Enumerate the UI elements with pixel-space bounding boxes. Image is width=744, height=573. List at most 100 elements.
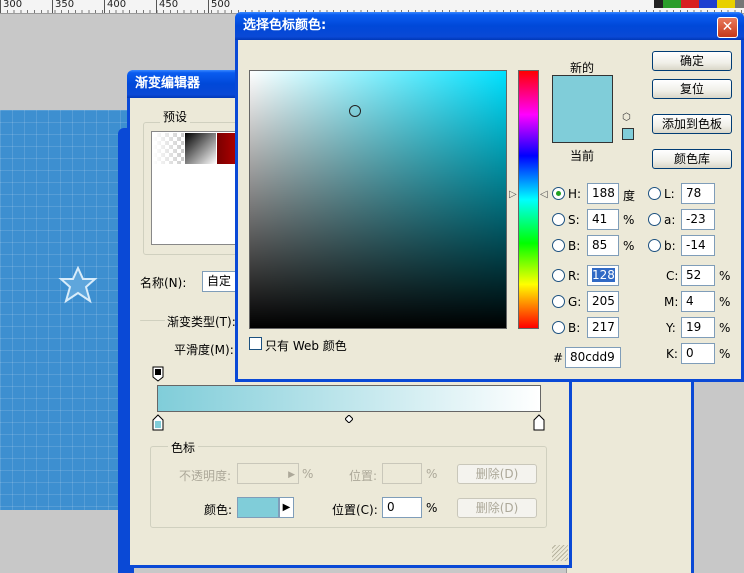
brightness-radio[interactable] xyxy=(552,239,565,252)
yellow-unit: % xyxy=(719,321,731,335)
black-unit: % xyxy=(719,347,731,361)
presets-list[interactable] xyxy=(151,131,243,245)
brightness-input[interactable]: 85 xyxy=(587,235,619,256)
ruler-label: 450 xyxy=(156,0,178,13)
blue-radio[interactable] xyxy=(552,321,565,334)
red-label: R: xyxy=(568,269,581,283)
cyan-input[interactable]: 52 xyxy=(681,265,715,286)
opacity-arrow-icon: ▶ xyxy=(288,470,295,480)
lab-l-radio[interactable] xyxy=(648,187,661,200)
lab-a-label: a: xyxy=(664,213,676,227)
saturation-label: S: xyxy=(568,213,580,227)
add-to-swatches-button[interactable]: 添加到色板 xyxy=(652,114,732,134)
ruler-label: 350 xyxy=(52,0,74,13)
red-radio[interactable] xyxy=(552,269,565,282)
ruler-label: 500 xyxy=(208,0,230,13)
toolbar-strip xyxy=(654,0,744,8)
black-label: K: xyxy=(666,347,678,361)
delete-opacity-stop-button: 删除(D) xyxy=(457,464,537,484)
star-shape-icon xyxy=(58,266,98,304)
black-input[interactable]: 0 xyxy=(681,343,715,364)
cyan-unit: % xyxy=(719,269,731,283)
hue-left-arrow-icon[interactable]: ▷ xyxy=(509,189,517,200)
resize-grip-icon[interactable] xyxy=(552,545,568,561)
ruler-label: 300 xyxy=(0,0,22,13)
lab-b-label: b: xyxy=(664,239,676,253)
color-stop-right[interactable] xyxy=(533,414,545,431)
blue-input[interactable]: 217 xyxy=(587,317,619,338)
hex-input[interactable]: 80cdd9 xyxy=(565,347,621,368)
gradient-type-label: 渐变类型(T): xyxy=(165,313,238,330)
ok-button[interactable]: 确定 xyxy=(652,51,732,71)
magenta-label: M: xyxy=(664,295,679,309)
lab-l-label: L: xyxy=(664,187,675,201)
green-input[interactable]: 205 xyxy=(587,291,619,312)
canvas-background xyxy=(0,510,130,573)
color-picker-titlebar[interactable]: 选择色标颜色: xyxy=(235,12,744,40)
name-label: 名称(N): xyxy=(140,276,187,290)
cube-icon[interactable]: ⬡ xyxy=(622,113,632,123)
smoothness-label: 平滑度(M): xyxy=(174,343,234,357)
opacity-input: ▶ xyxy=(237,463,299,484)
saturation-brightness-field[interactable] xyxy=(249,70,507,329)
web-only-checkbox[interactable] xyxy=(249,337,262,350)
color-label: 颜色: xyxy=(204,503,233,517)
hue-radio[interactable] xyxy=(552,187,565,200)
preset-swatch[interactable] xyxy=(185,133,216,164)
close-icon[interactable]: ✕ xyxy=(717,17,738,38)
web-only-label: 只有 Web 颜色 xyxy=(265,339,347,353)
ruler-label: 400 xyxy=(104,0,126,13)
hue-slider[interactable] xyxy=(518,70,539,329)
lab-l-input[interactable]: 78 xyxy=(681,183,715,204)
preset-swatch[interactable] xyxy=(153,133,184,164)
hue-label: H: xyxy=(568,187,582,201)
field-cursor-icon[interactable] xyxy=(349,105,361,117)
yellow-input[interactable]: 19 xyxy=(681,317,715,338)
document-canvas[interactable] xyxy=(0,110,130,510)
gradient-preview-bar[interactable] xyxy=(157,385,541,412)
color-location-label: 位置(C): xyxy=(332,503,378,517)
opacity-location-unit: % xyxy=(426,467,438,481)
opacity-unit: % xyxy=(302,467,314,481)
magenta-input[interactable]: 4 xyxy=(681,291,715,312)
green-radio[interactable] xyxy=(552,295,565,308)
name-input[interactable]: 自定 xyxy=(202,271,238,292)
stops-group-label: 色标 xyxy=(168,439,199,456)
web-safe-swatch[interactable] xyxy=(622,128,634,140)
hue-input[interactable]: 188 xyxy=(587,183,619,204)
color-stop-left[interactable] xyxy=(152,414,164,431)
hex-label: # xyxy=(553,351,564,365)
lab-b-radio[interactable] xyxy=(648,239,661,252)
hue-right-arrow-icon[interactable]: ◁ xyxy=(540,189,548,200)
brightness-label: B: xyxy=(568,239,581,253)
stop-color-swatch[interactable] xyxy=(237,497,279,518)
current-color-label: 当前 xyxy=(570,149,595,163)
opacity-label: 不透明度: xyxy=(179,469,232,483)
reset-button[interactable]: 复位 xyxy=(652,79,732,99)
midpoint-diamond-icon[interactable] xyxy=(344,412,354,424)
brightness-unit: % xyxy=(623,239,635,253)
hue-unit: 度 xyxy=(623,189,636,203)
delete-color-stop-button: 删除(D) xyxy=(457,498,537,518)
color-libraries-button[interactable]: 颜色库 xyxy=(652,149,732,169)
lab-a-radio[interactable] xyxy=(648,213,661,226)
lab-a-input[interactable]: -23 xyxy=(681,209,715,230)
color-picker-title: 选择色标颜色: xyxy=(243,18,327,33)
color-menu-arrow-icon[interactable]: ▶ xyxy=(279,497,294,518)
new-current-swatch[interactable] xyxy=(552,75,613,143)
lab-b-input[interactable]: -14 xyxy=(681,235,715,256)
saturation-unit: % xyxy=(623,213,635,227)
color-location-input[interactable]: 0 xyxy=(382,497,422,518)
opacity-stop-left[interactable] xyxy=(152,366,164,382)
new-color-label: 新的 xyxy=(570,61,595,75)
green-label: G: xyxy=(568,295,582,309)
magenta-unit: % xyxy=(719,295,731,309)
saturation-radio[interactable] xyxy=(552,213,565,226)
blue-label: B: xyxy=(568,321,581,335)
gradient-editor-title: 渐变编辑器 xyxy=(135,76,201,91)
saturation-input[interactable]: 41 xyxy=(587,209,619,230)
yellow-label: Y: xyxy=(666,321,676,335)
opacity-location-input xyxy=(382,463,422,484)
color-location-unit: % xyxy=(426,501,438,515)
red-input[interactable]: 128 xyxy=(587,265,619,286)
